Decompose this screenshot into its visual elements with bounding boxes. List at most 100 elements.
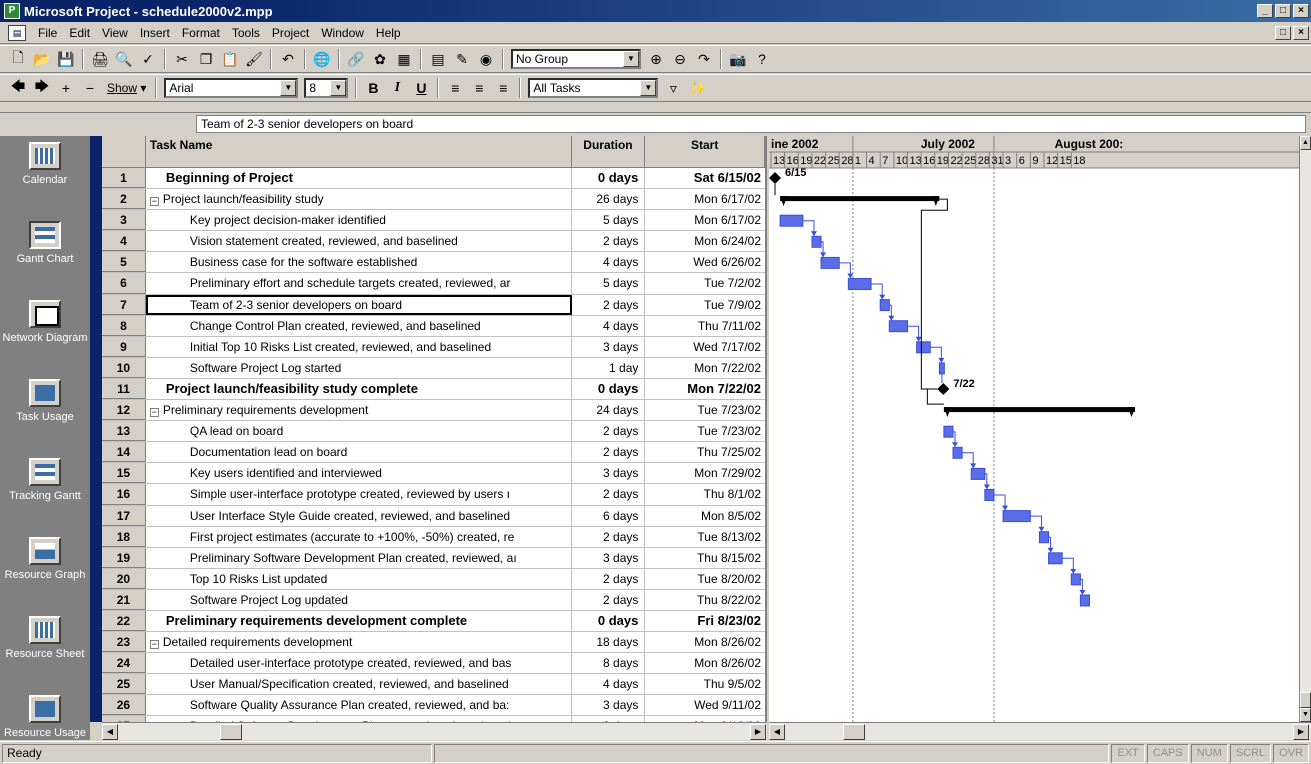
duration-cell[interactable]: 3 days	[572, 336, 646, 357]
task-name-cell[interactable]: Key project decision-maker identified	[146, 210, 572, 231]
chevron-down-icon[interactable]: ▼	[623, 51, 639, 67]
menu-help[interactable]: Help	[370, 26, 407, 40]
task-row[interactable]: 20 Top 10 Risks List updated 2 days Tue 8/2…	[102, 568, 765, 590]
maximize-button[interactable]: □	[1275, 4, 1291, 18]
row-id[interactable]: 24	[102, 653, 146, 674]
duration-cell[interactable]: 4 days	[572, 315, 646, 336]
row-id[interactable]: 4	[102, 231, 146, 252]
duration-cell[interactable]: 3 days	[572, 547, 646, 568]
task-name-cell[interactable]: Detailed user-interface prototype create…	[146, 653, 572, 674]
duration-cell[interactable]: 26 days	[572, 189, 646, 210]
row-id[interactable]: 6	[102, 273, 146, 294]
chevron-down-icon[interactable]: ▼	[280, 80, 297, 96]
split-task-icon[interactable]: ▦	[393, 48, 415, 70]
row-id[interactable]: 9	[102, 336, 146, 357]
duration-cell[interactable]: 5 days	[572, 210, 646, 231]
task-name-cell[interactable]: Software Quality Assurance Plan created,…	[146, 695, 572, 716]
row-id[interactable]: 17	[102, 505, 146, 526]
row-id[interactable]: 25	[102, 674, 146, 695]
start-cell[interactable]: Wed 9/11/02	[645, 695, 765, 715]
duration-cell[interactable]: 18 days	[572, 632, 646, 653]
duration-cell[interactable]: 4 days	[572, 252, 646, 273]
row-id[interactable]: 19	[102, 547, 146, 568]
menu-edit[interactable]: Edit	[63, 26, 96, 40]
task-row[interactable]: 24 Detailed user-interface prototype crea…	[102, 653, 765, 675]
task-row[interactable]: 21 Software Project Log updated 2 days Thu …	[102, 589, 765, 611]
duration-cell[interactable]: 4 days	[572, 674, 646, 695]
task-name-cell[interactable]: Preliminary requirements development com…	[146, 610, 572, 632]
outdent-icon[interactable]: 🡄	[7, 77, 29, 99]
start-cell[interactable]: Tue 7/23/02	[645, 421, 765, 441]
start-cell[interactable]: Thu 7/25/02	[645, 442, 765, 462]
row-id[interactable]: 14	[102, 442, 146, 463]
scroll-right-icon[interactable]: ▶	[1293, 724, 1309, 740]
row-id[interactable]: 22	[102, 610, 146, 632]
task-name-cell[interactable]: Documentation lead on board	[146, 442, 572, 463]
duration-cell[interactable]: 2 days	[572, 589, 646, 610]
row-id[interactable]: 8	[102, 315, 146, 336]
task-name-cell[interactable]: Project launch/feasibility study complet…	[146, 378, 572, 400]
vertical-scrollbar[interactable]: ▲ ▼	[1299, 136, 1311, 722]
start-cell[interactable]: Thu 8/15/02	[645, 548, 765, 568]
duration-cell[interactable]: 1 day	[572, 357, 646, 378]
task-name-cell[interactable]: Change Control Plan created, reviewed, a…	[146, 315, 572, 336]
task-name-cell[interactable]: Beginning of Project	[146, 168, 572, 189]
row-id[interactable]: 21	[102, 589, 146, 610]
menu-tools[interactable]: Tools	[226, 26, 266, 40]
start-cell[interactable]: Fri 8/23/02	[645, 611, 765, 631]
print-icon[interactable]: 🖨	[89, 48, 111, 70]
start-cell[interactable]: Sat 6/15/02	[645, 168, 765, 188]
task-row[interactable]: 15 Key users identified and interviewed 3 …	[102, 463, 765, 485]
task-name-cell[interactable]: Preliminary effort and schedule targets …	[146, 273, 572, 294]
row-id[interactable]: 13	[102, 421, 146, 442]
collapse-toggle-icon[interactable]: −	[149, 640, 159, 650]
row-id[interactable]: 10	[102, 357, 146, 378]
task-name-cell[interactable]: Team of 2-3 senior developers on board	[145, 294, 572, 315]
start-cell[interactable]: Wed 7/17/02	[645, 337, 765, 357]
task-row[interactable]: 16 Simple user-interface prototype create…	[102, 484, 765, 506]
bold-icon[interactable]: B	[362, 77, 384, 99]
task-information-icon[interactable]: ▤	[427, 48, 449, 70]
italic-icon[interactable]: I	[386, 77, 408, 99]
menu-insert[interactable]: Insert	[134, 26, 176, 40]
start-cell[interactable]: Thu 8/1/02	[645, 484, 765, 504]
duration-cell[interactable]: 2 days	[572, 568, 646, 589]
row-id[interactable]: 7	[102, 294, 146, 315]
start-cell[interactable]: Mon 8/26/02	[645, 632, 765, 652]
duration-cell[interactable]: 5 days	[572, 273, 646, 294]
chevron-down-icon[interactable]: ▼	[330, 80, 347, 96]
task-name-cell[interactable]: − Detailed requirements development	[146, 632, 572, 653]
start-cell[interactable]: Mon 8/5/02	[645, 506, 765, 526]
unlink-tasks-icon[interactable]: ✿	[369, 48, 391, 70]
task-row[interactable]: 1 Beginning of Project 0 days Sat 6/15/02	[102, 168, 765, 190]
underline-icon[interactable]: U	[410, 77, 432, 99]
start-cell[interactable]: Mon 7/22/02	[645, 379, 765, 399]
task-row[interactable]: 3 Key project decision-maker identified 5 …	[102, 210, 765, 232]
column-header-start[interactable]: Start	[645, 136, 765, 167]
row-id[interactable]: 11	[102, 378, 146, 400]
view-gantt-chart[interactable]: Gantt Chart	[0, 215, 90, 294]
copy-icon[interactable]: ❐	[195, 48, 217, 70]
task-name-cell[interactable]: QA lead on board	[146, 421, 572, 442]
duration-cell[interactable]: 6 days	[572, 505, 646, 526]
start-cell[interactable]: Mon 6/24/02	[645, 231, 765, 251]
task-row[interactable]: 8 Change Control Plan created, reviewed, …	[102, 315, 765, 337]
print-preview-icon[interactable]: 🔍	[113, 48, 135, 70]
row-id[interactable]: 16	[102, 484, 146, 505]
new-icon[interactable]: 🗋	[7, 48, 29, 70]
task-name-cell[interactable]: Business case for the software establish…	[146, 252, 572, 273]
collapse-toggle-icon[interactable]: −	[149, 408, 159, 418]
scroll-right-icon[interactable]: ▶	[750, 724, 766, 740]
task-notes-icon[interactable]: ✎	[451, 48, 473, 70]
indent-icon[interactable]: 🡆	[31, 77, 53, 99]
scroll-up-icon[interactable]: ▲	[1300, 136, 1311, 150]
duration-cell[interactable]: 2 days	[572, 421, 646, 442]
save-icon[interactable]: 💾	[55, 48, 77, 70]
duration-cell[interactable]: 3 days	[572, 463, 646, 484]
start-cell[interactable]: Mon 7/22/02	[645, 358, 765, 378]
hyperlink-globe-icon[interactable]: 🌐	[311, 48, 333, 70]
menu-format[interactable]: Format	[176, 26, 226, 40]
duration-cell[interactable]: 0 days	[572, 610, 646, 632]
view-resource-usage[interactable]: Resource Usage	[0, 689, 90, 740]
task-row[interactable]: 6 Preliminary effort and schedule targets…	[102, 273, 765, 295]
